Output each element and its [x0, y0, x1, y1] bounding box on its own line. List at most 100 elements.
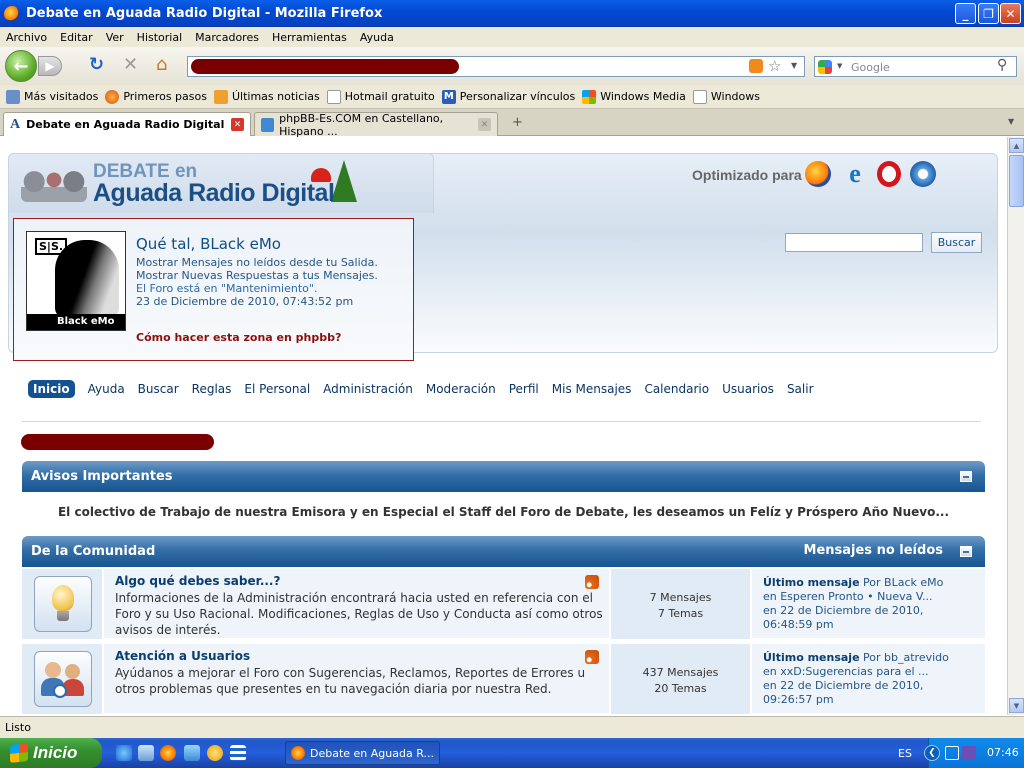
messenger-quicklaunch-icon[interactable]: [184, 745, 200, 761]
nav-buscar[interactable]: Buscar: [138, 382, 179, 396]
collapse-notice-icon[interactable]: [960, 471, 972, 482]
avatar: S|S. Black eMo: [26, 231, 126, 331]
nav-calendario[interactable]: Calendario: [644, 382, 709, 396]
opera-browser-icon: [877, 161, 901, 187]
media-quicklaunch-icon[interactable]: [207, 745, 223, 761]
language-indicator[interactable]: ES: [898, 747, 912, 760]
nav-moderacion[interactable]: Moderación: [426, 382, 496, 396]
tab-phpbb[interactable]: phpBB-Es.COM en Castellano, Hispano ... …: [254, 112, 498, 138]
safari-browser-icon: [910, 161, 936, 187]
system-tray: ❮ 07:46: [924, 738, 1024, 768]
unread-posts-link[interactable]: Mensajes no leídos: [804, 543, 943, 558]
tray-app-icon[interactable]: [962, 746, 976, 760]
scroll-thumb[interactable]: [1009, 155, 1024, 207]
minimize-button[interactable]: _: [955, 3, 976, 24]
folder-icon: [6, 89, 20, 104]
bookmark-primeros-pasos[interactable]: Primeros pasos: [105, 89, 207, 104]
close-button[interactable]: ✕: [1000, 3, 1021, 24]
bookmarks-toolbar: Más visitados Primeros pasos Últimas not…: [0, 85, 1024, 109]
network-icon[interactable]: [945, 746, 959, 760]
rss-feed-icon[interactable]: [585, 650, 599, 664]
divider: [22, 421, 981, 422]
home-icon[interactable]: ⌂: [156, 55, 167, 75]
last-post-topic[interactable]: en Esperen Pronto • Nueva V...: [763, 590, 985, 604]
bookmark-star-icon[interactable]: ☆: [768, 57, 781, 75]
bookmark-mas-visitados[interactable]: Más visitados: [6, 89, 98, 104]
tab-debate[interactable]: A Debate en Aguada Radio Digital ✕: [3, 112, 251, 136]
menu-editar[interactable]: Editar: [60, 31, 93, 44]
ie-browser-icon: e: [849, 159, 861, 188]
category-title[interactable]: De la Comunidad: [31, 544, 155, 559]
menu-historial[interactable]: Historial: [137, 31, 182, 44]
nav-reglas[interactable]: Reglas: [192, 382, 232, 396]
url-bar[interactable]: ☆ ▼: [187, 56, 805, 77]
menu-herramientas[interactable]: Herramientas: [272, 31, 347, 44]
firefox-icon: [105, 89, 120, 104]
menu-marcadores[interactable]: Marcadores: [195, 31, 259, 44]
tab-close-icon[interactable]: ✕: [231, 118, 244, 131]
collapse-category-icon[interactable]: [960, 546, 972, 557]
scroll-up-icon[interactable]: ▲: [1009, 138, 1024, 153]
tray-expand-icon[interactable]: ❮: [924, 745, 940, 761]
last-post-link[interactable]: Último mensaje: [763, 651, 860, 664]
nav-perfil[interactable]: Perfil: [509, 382, 539, 396]
reload-icon[interactable]: ↻: [89, 55, 104, 75]
maximize-button[interactable]: ❐: [978, 3, 999, 24]
vertical-scrollbar[interactable]: ▲ ▼: [1007, 137, 1024, 715]
search-bar[interactable]: ▼ Google ⚲: [814, 56, 1017, 77]
last-post: Último mensaje Por bb_atrevido en xxD:Su…: [763, 651, 985, 707]
new-replies-link[interactable]: Mostrar Nuevas Respuestas a tus Mensajes…: [136, 269, 378, 282]
notice-header: Avisos Importantes: [22, 461, 985, 492]
nav-administracion[interactable]: Administración: [323, 382, 413, 396]
bookmark-windows-media[interactable]: Windows Media: [582, 89, 686, 104]
last-post-topic[interactable]: en xxD:Sugerencias para el ...: [763, 665, 985, 679]
nav-inicio[interactable]: Inicio: [28, 380, 75, 398]
nav-mis-mensajes[interactable]: Mis Mensajes: [552, 382, 632, 396]
nav-el-personal[interactable]: El Personal: [244, 382, 310, 396]
menu-ayuda[interactable]: Ayuda: [360, 31, 394, 44]
bookmark-hotmail[interactable]: Hotmail gratuito: [326, 89, 435, 104]
forum-search-input[interactable]: [785, 233, 923, 252]
notice-text: El colectivo de Trabajo de nuestra Emiso…: [57, 505, 950, 519]
flag-quicklaunch-icon[interactable]: [230, 745, 246, 761]
menu-archivo[interactable]: Archivo: [6, 31, 47, 44]
new-tab-icon[interactable]: +: [512, 115, 523, 130]
tab-list-icon[interactable]: ▼: [1008, 117, 1014, 126]
engine-dropdown-icon[interactable]: ▼: [837, 62, 842, 70]
bookmark-ultimas-noticias[interactable]: Últimas noticias: [213, 89, 320, 104]
forum-search-button[interactable]: Buscar: [931, 232, 982, 253]
menu-ver[interactable]: Ver: [106, 31, 124, 44]
bookmark-windows[interactable]: Windows: [692, 89, 760, 104]
phpbb-favicon-icon: [261, 117, 275, 132]
forward-button[interactable]: ▶: [38, 56, 62, 76]
desktop-quicklaunch-icon[interactable]: [138, 745, 154, 761]
url-dropdown-icon[interactable]: ▼: [791, 61, 797, 70]
last-post: Último mensaje Por BLack eMo en Esperen …: [763, 576, 985, 632]
firefox-quicklaunch-icon[interactable]: [160, 745, 176, 761]
nav-usuarios[interactable]: Usuarios: [722, 382, 774, 396]
ie-quicklaunch-icon[interactable]: [116, 745, 132, 761]
forum-title-link[interactable]: Algo qué debes saber...?: [115, 574, 280, 588]
taskbar-window-firefox[interactable]: Debate en Aguada R...: [285, 741, 440, 765]
google-engine-icon[interactable]: [818, 60, 832, 74]
last-post-author[interactable]: Por bb_atrevido: [860, 651, 949, 664]
nav-ayuda[interactable]: Ayuda: [88, 382, 125, 396]
nav-salir[interactable]: Salir: [787, 382, 814, 396]
last-post-link[interactable]: Último mensaje: [763, 576, 860, 589]
category-header: De la Comunidad Mensajes no leídos: [22, 536, 985, 567]
search-go-icon[interactable]: ⚲: [997, 57, 1007, 73]
unread-since-link[interactable]: Mostrar Mensajes no leídos desde tu Sali…: [136, 256, 378, 269]
back-button[interactable]: ←: [5, 50, 37, 82]
tab-close-icon[interactable]: ✕: [478, 118, 491, 131]
bookmark-personalizar[interactable]: M Personalizar vínculos: [441, 89, 575, 104]
start-button[interactable]: Inicio: [0, 738, 102, 768]
how-to-link[interactable]: Cómo hacer esta zona en phpbb?: [136, 331, 341, 344]
forum-title-link[interactable]: Atención a Usuarios: [115, 649, 250, 663]
rss-feed-icon[interactable]: [585, 575, 599, 589]
scroll-down-icon[interactable]: ▼: [1009, 698, 1024, 713]
rss-feed-icon[interactable]: [749, 59, 763, 73]
forum-nav: Inicio Ayuda Buscar Reglas El Personal A…: [28, 380, 827, 398]
stop-icon[interactable]: ✕: [123, 55, 138, 75]
last-post-date: en 22 de Diciembre de 2010,: [763, 604, 924, 617]
last-post-author[interactable]: Por BLack eMo: [860, 576, 943, 589]
